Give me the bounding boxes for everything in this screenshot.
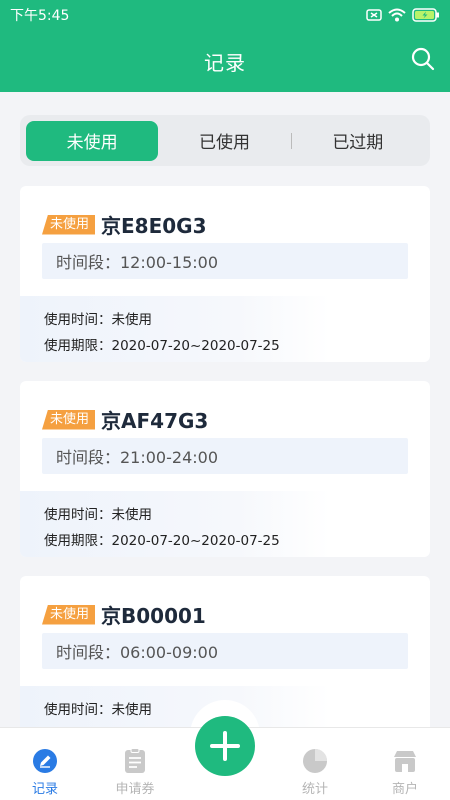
time-period: 时间段：21:00-24:00 [42, 438, 408, 474]
use-time: 使用时间：未使用 [44, 702, 152, 718]
time-period: 时间段：06:00-09:00 [42, 633, 408, 669]
status-badge: 未使用 [42, 409, 96, 430]
record-info: 使用时间：未使用 使用期限：2020-07-20~2020-07-25 [20, 491, 330, 557]
nav-item-merchant[interactable]: 商户 [360, 728, 450, 800]
tab-used[interactable]: 已使用 [158, 121, 290, 161]
plate-number: 京AF47G3 [101, 409, 209, 433]
validity-period: 使用期限：2020-07-20~2020-07-25 [44, 533, 280, 549]
tab-expired[interactable]: 已过期 [292, 121, 424, 161]
time-period: 时间段：12:00-15:00 [42, 243, 408, 279]
notification-icon [366, 9, 382, 21]
record-card[interactable]: 未使用 京AF47G3 时间段：21:00-24:00 使用时间：未使用 使用期… [20, 381, 430, 557]
tab-unused[interactable]: 未使用 [26, 120, 159, 161]
nav-label-merchant: 商户 [391, 782, 418, 797]
status-icons [366, 8, 440, 22]
record-header: 未使用 京AF47G3 [42, 405, 208, 434]
search-icon[interactable] [410, 46, 436, 72]
nav-bar: 记录 [0, 30, 450, 92]
validity-period: 使用期限：2020-07-20~2020-07-25 [44, 338, 280, 354]
add-button[interactable] [195, 716, 255, 776]
nav-item-records[interactable]: 记录 [0, 728, 90, 800]
record-header: 未使用 京E8E0G3 [42, 210, 207, 239]
use-time: 使用时间：未使用 [44, 507, 152, 523]
merchant-icon [394, 751, 416, 772]
plus-icon [210, 731, 240, 761]
record-header: 未使用 京B00001 [42, 600, 206, 629]
status-badge: 未使用 [42, 214, 96, 235]
record-icon [33, 749, 57, 773]
nav-item-stats[interactable]: 统计 [270, 728, 360, 800]
nav-label-apply-coupon: 申请券 [115, 782, 155, 797]
status-badge: 未使用 [42, 604, 96, 625]
stats-icon [303, 749, 327, 773]
nav-item-apply-coupon[interactable]: 申请券 [90, 728, 180, 800]
status-filter-tabs: 未使用 已使用 已过期 [20, 115, 430, 166]
status-time: 下午5:45 [10, 8, 70, 24]
app-header: 下午5:45 记录 [0, 0, 450, 92]
status-bar: 下午5:45 [0, 0, 450, 30]
battery-icon [412, 8, 439, 22]
use-time: 使用时间：未使用 [44, 312, 152, 328]
wifi-icon [388, 8, 406, 22]
nav-label-records: 记录 [31, 782, 58, 797]
record-card[interactable]: 未使用 京E8E0G3 时间段：12:00-15:00 使用时间：未使用 使用期… [20, 186, 430, 362]
record-info: 使用时间：未使用 使用期限：2020-07-20~2020-07-25 [20, 296, 330, 362]
apply-coupon-icon [125, 748, 145, 773]
page-title: 记录 [204, 50, 246, 75]
plate-number: 京B00001 [101, 604, 206, 628]
nav-label-stats: 统计 [301, 782, 328, 797]
plate-number: 京E8E0G3 [101, 214, 207, 238]
